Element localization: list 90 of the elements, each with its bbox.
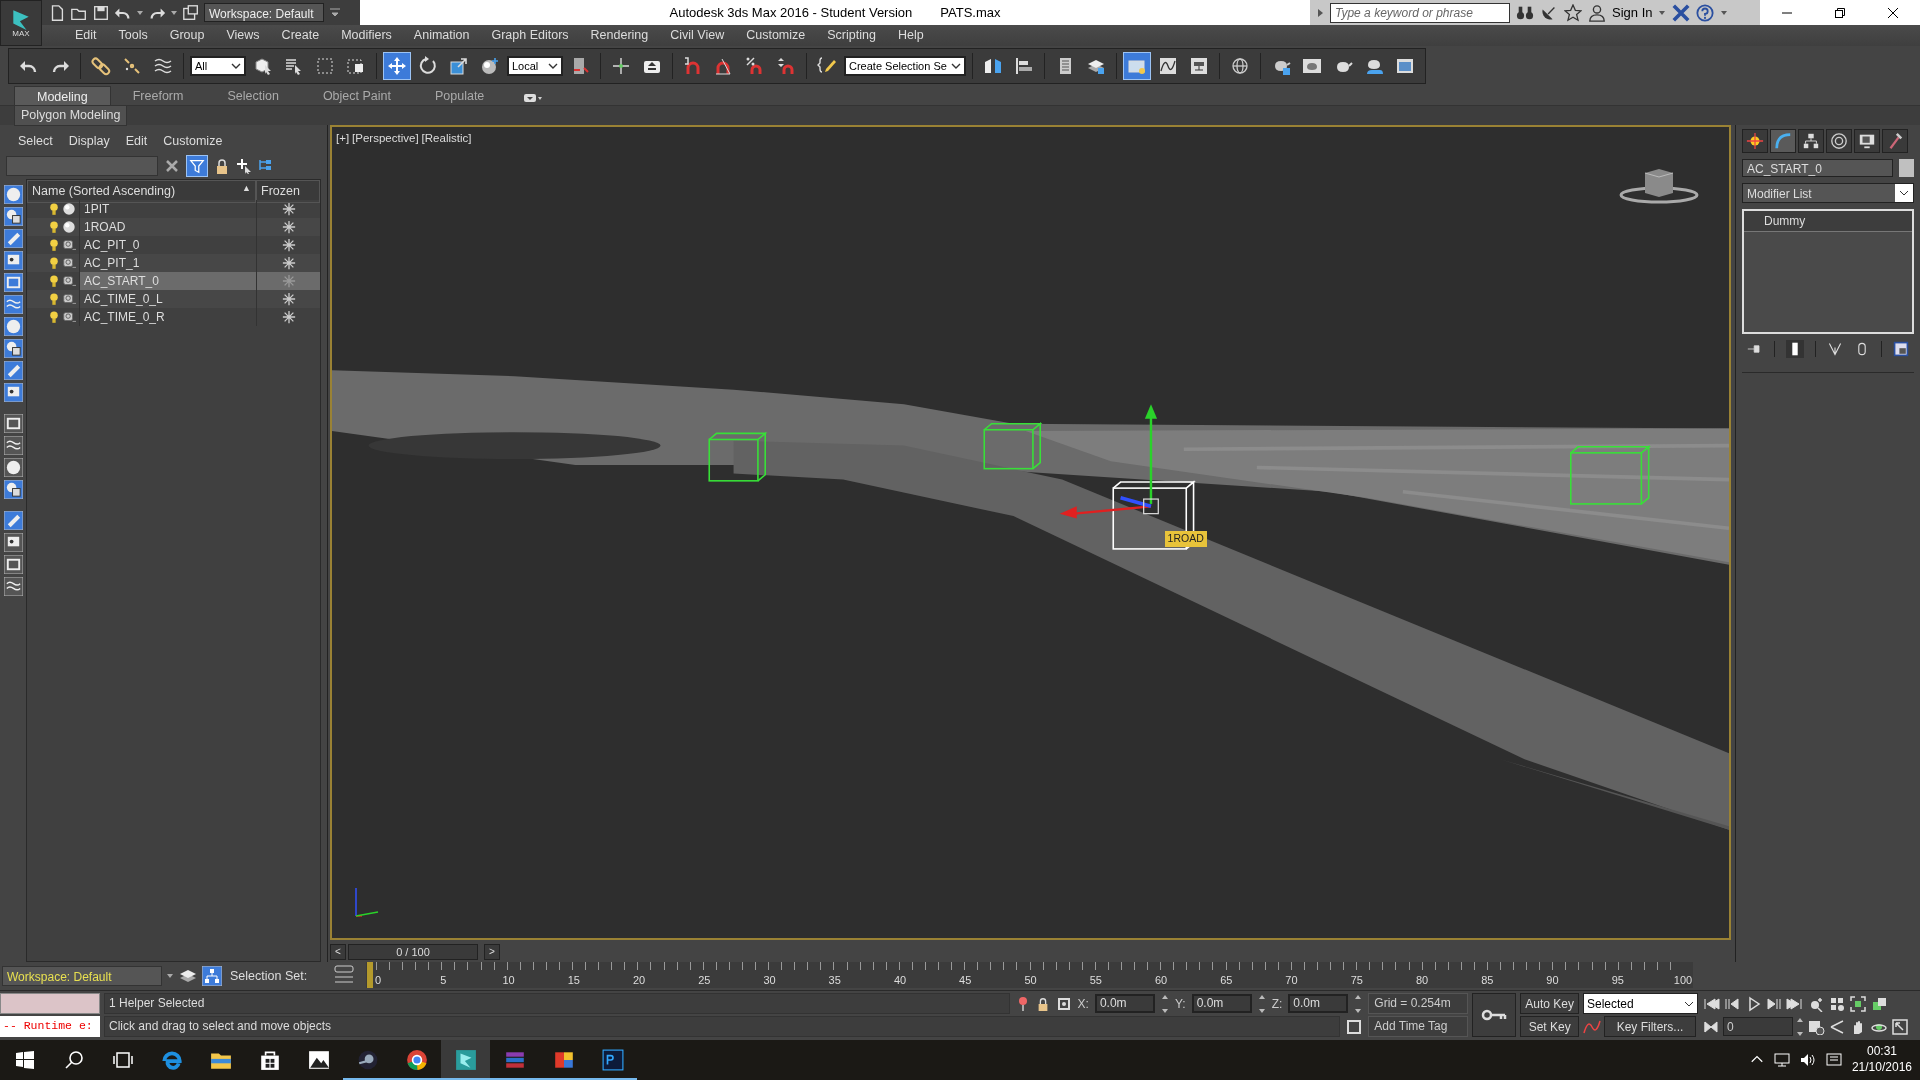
menu-item[interactable]: Scripting [816,26,887,45]
menu-item[interactable]: Animation [402,26,481,45]
workspace-dropdown[interactable]: Workspace: Default [2,966,162,986]
viewport-label[interactable]: [Perspective] [352,130,419,148]
menu-item[interactable]: Civil View [659,26,736,45]
frame-number: 30 [763,973,776,988]
dropdown[interactable]: All [190,56,246,76]
menu-item[interactable]: Rendering [579,26,660,45]
previous-frame-button[interactable]: < [330,944,346,960]
key-set-dropdown[interactable]: Selected [1583,993,1698,1014]
timeline-ruler[interactable]: 0 5 10 15 20 25 30 35 40 45 50 55 60 65 70 75 80 85 90 95 100 [366,962,1693,988]
menu-item[interactable]: Modifiers [330,26,403,45]
ribbon-panel-tab[interactable]: Polygon Modeling [14,105,128,126]
frame-number: 90 [1546,973,1559,988]
grid-size-text: Grid = 0.254m [1368,993,1469,1014]
menu-item[interactable]: Edit [64,26,108,45]
menu-item[interactable]: Customize [155,131,231,151]
frame-number: 95 [1611,973,1624,988]
frame-number: 75 [1350,973,1363,988]
ribbon-tab[interactable]: Populate [412,86,507,105]
frame-number: 10 [502,973,515,988]
menu-item[interactable]: Select [10,131,61,151]
sort-arrow-icon: ▲ [242,182,251,201]
file-name: PATS.max [940,3,1001,22]
window-title: Autodesk 3ds Max 2016 - Student Version [669,3,913,22]
sign-in-link[interactable]: Sign In [1612,2,1653,23]
menu-item[interactable]: Edit [117,131,156,151]
search-field[interactable]: Type a keyword or phrase [1330,2,1510,23]
ribbon-tab[interactable]: Selection [205,86,301,105]
frame-number: 25 [698,973,711,988]
frame-number: 85 [1481,973,1494,988]
menu-item[interactable]: Create [270,26,331,45]
frame-number: 55 [1089,973,1102,988]
viewport-label[interactable]: [+] [336,130,350,148]
coordinate-label: Z: [1271,995,1283,1013]
prompt-text: Click and drag to select and move objects [104,1016,1341,1037]
frame-number: 65 [1220,973,1233,988]
ribbon-tab[interactable]: Modeling [14,86,111,105]
frame-number: 15 [567,973,580,988]
selection-set-label: Selection Set: [230,967,308,985]
frame-number: 70 [1285,973,1298,988]
time-slider-thumb[interactable]: 0 / 100 [348,944,478,960]
coordinate-field[interactable]: 0.0m [1191,994,1252,1013]
coordinate-label: X: [1077,995,1089,1013]
clock-date[interactable]: 21/10/2016 [1851,1060,1912,1076]
column-header[interactable]: Name (Sorted Ascending) ▲ [27,180,256,203]
viewport-label[interactable]: [Realistic] [421,130,472,148]
application-button[interactable]: MAX [0,0,42,46]
frame-number: 60 [1154,973,1168,988]
frame-number: 80 [1415,973,1429,988]
dropdown[interactable]: Create Selection Se [844,56,966,76]
script-error-text[interactable]: -- Runtime e: [0,1016,100,1037]
menu-item[interactable]: Tools [107,26,159,45]
stack-item[interactable]: Dummy [1744,211,1912,232]
key-filters-button[interactable]: Key Filters... [1604,1016,1696,1037]
modifier-dropdown[interactable]: Modifier List [1742,183,1914,203]
frame-number: 50 [1024,973,1037,988]
viewport[interactable]: [+] [Perspective] [Realistic] 1ROAD [330,125,1731,940]
object-name[interactable]: AC_TIME_0_R [79,308,256,326]
coordinate-field[interactable]: 0.0m [1288,994,1349,1013]
ribbon-tab[interactable]: Object Paint [300,86,413,105]
frame-number: 5 [440,973,447,988]
clock-time[interactable]: 00:31 [1866,1044,1897,1060]
object-name-field[interactable]: AC_START_0 [1742,159,1893,177]
workspace-dropdown[interactable]: Workspace: Default [204,3,324,22]
frame-number: 20 [632,973,646,988]
dropdown[interactable]: Local [507,56,563,76]
column-header[interactable]: Frozen [256,180,320,203]
status-text: 1 Helper Selected [104,993,1010,1014]
auto-key-button[interactable]: Auto Key [1520,993,1579,1014]
frame-number: 0 [374,973,382,988]
menu-item[interactable]: Views [215,26,271,45]
set-key-button[interactable]: Set Key [1520,1016,1579,1037]
frame-number: 35 [828,973,841,988]
next-frame-button[interactable]: > [484,944,500,960]
dropdown-value: Modifier List [1746,186,1813,202]
frame-field[interactable]: 0 [1723,1017,1793,1036]
add-time-tag-button[interactable]: Add Time Tag [1368,1016,1469,1037]
frame-number: 40 [893,973,907,988]
coordinate-label: Y: [1174,995,1186,1013]
ribbon-tab[interactable]: Freeform [110,86,206,105]
menu-item[interactable]: Display [60,131,118,151]
frame-number: 100 [1673,973,1693,988]
frame-number: 45 [959,973,972,988]
coordinate-field[interactable]: 0.0m [1094,994,1155,1013]
object-name[interactable]: AC_START_0 [79,272,256,290]
menu-item[interactable]: Help [886,26,935,45]
menu-item[interactable]: Graph Editors [480,26,580,45]
menu-item[interactable]: Customize [735,26,817,45]
menu-item[interactable]: Group [158,26,216,45]
